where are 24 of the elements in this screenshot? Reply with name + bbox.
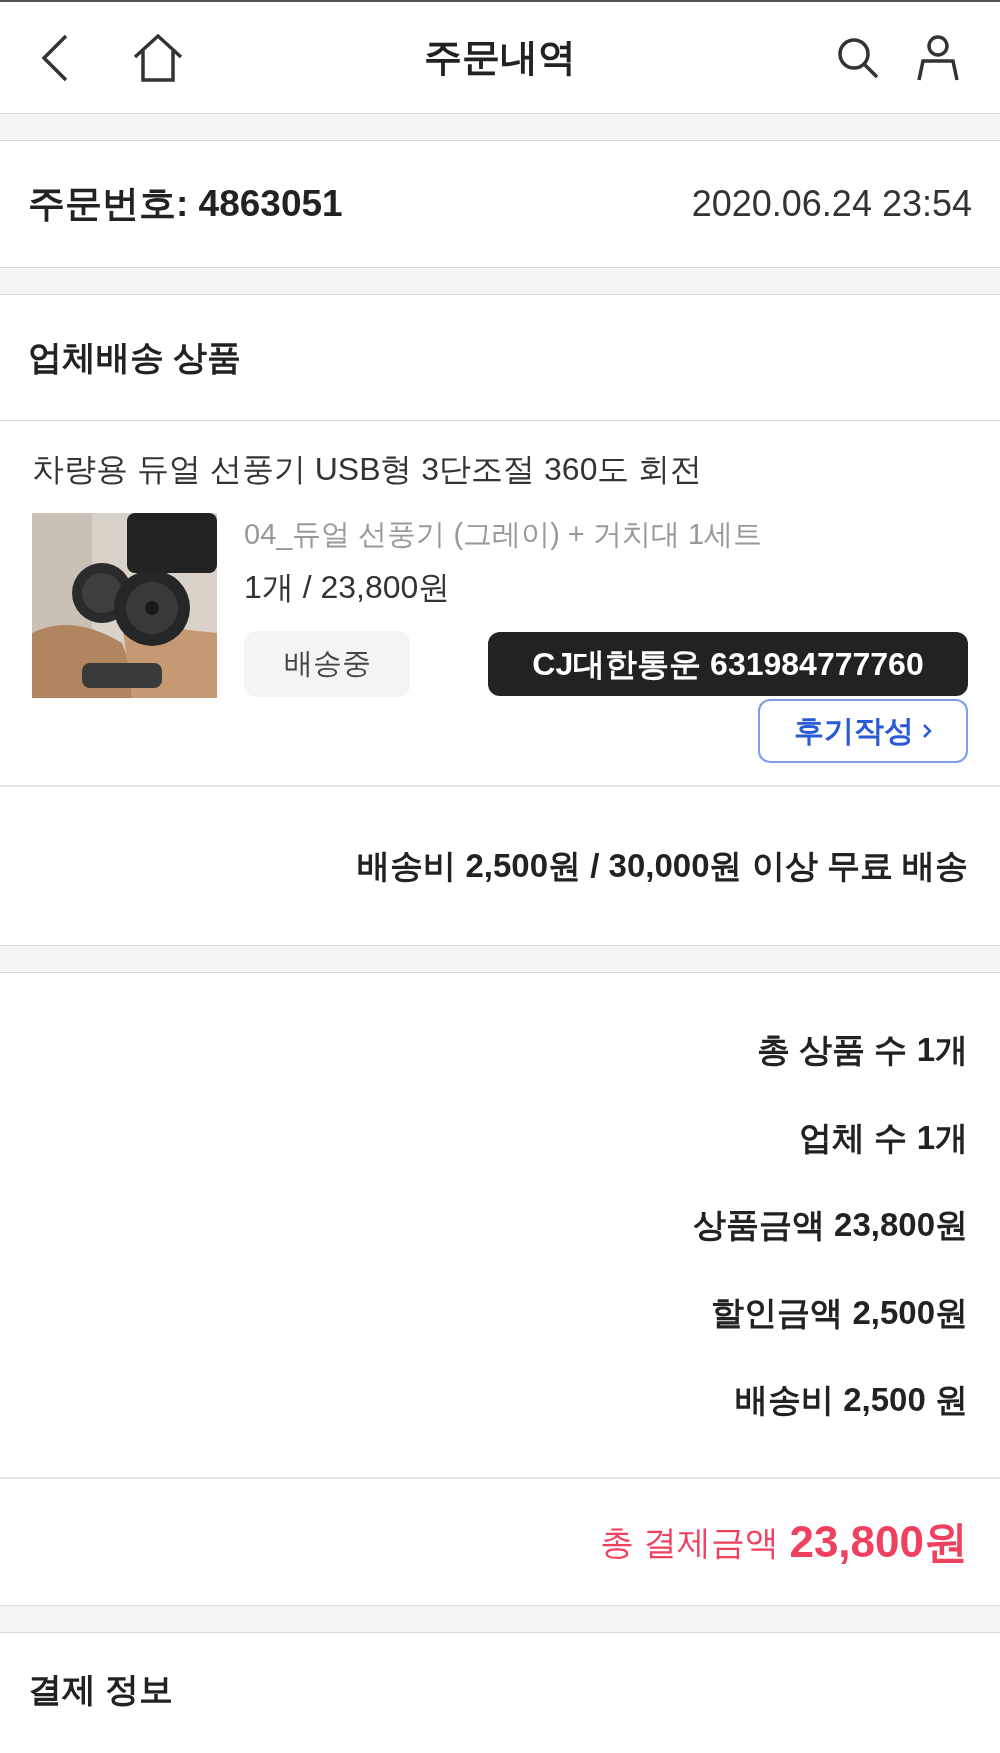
total-label: 총 결제금액 <box>599 1521 780 1563</box>
user-icon[interactable] <box>916 33 960 82</box>
write-review-button[interactable]: 후기작성 <box>758 698 968 763</box>
summary-line: 할인금액 2,500원 <box>711 1292 968 1333</box>
summary-line: 배송비 2,500 원 <box>735 1380 968 1421</box>
order-date: 2020.06.24 23:54 <box>691 182 972 226</box>
total-amount: 23,800원 <box>789 1516 968 1568</box>
section-title: 결제 정보 <box>28 1668 174 1710</box>
product-option: 04_듀얼 선풍기 (그레이) + 거치대 1세트 <box>244 513 968 557</box>
product-name: 차량용 듀얼 선풍기 USB형 3단조절 360도 회전 <box>32 450 704 489</box>
summary-line: 상품금액 23,800원 <box>692 1205 968 1246</box>
quantity-price: 1개 / 23,800원 <box>244 567 452 607</box>
delivery-status: 배송중 <box>244 630 410 697</box>
summary-line: 업체 수 1개 <box>799 1117 968 1158</box>
back-icon[interactable] <box>40 32 70 83</box>
order-number: 주문번호: 4863051 <box>28 182 343 227</box>
chevron-right-icon <box>922 721 932 740</box>
page-title: 주문내역 <box>424 35 576 80</box>
shipping-note: 배송비 2,500원 / 30,000원 이상 무료 배송 <box>357 846 968 887</box>
search-icon[interactable] <box>836 35 880 80</box>
section-title: 업체배송 상품 <box>28 337 242 378</box>
tracking-number[interactable]: CJ대한통운 631984777760 <box>488 631 968 696</box>
home-icon[interactable] <box>132 32 184 83</box>
summary-line: 총 상품 수 1개 <box>757 1030 968 1071</box>
